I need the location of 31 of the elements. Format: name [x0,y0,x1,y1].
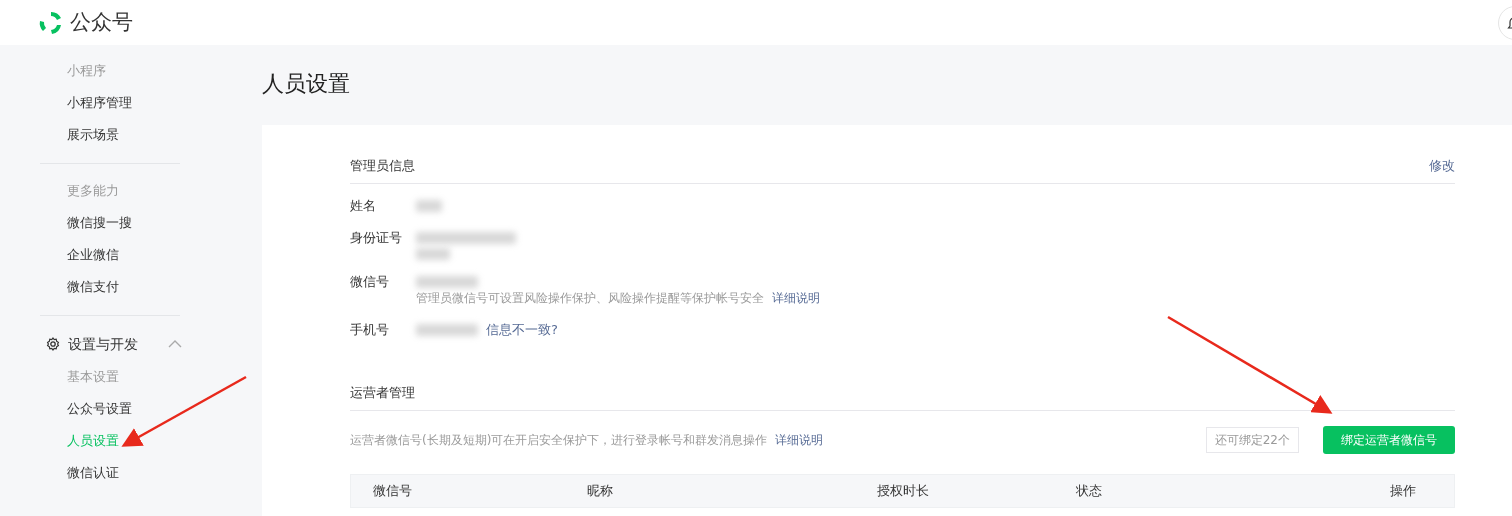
sidebar-item[interactable]: 微信搜一搜 [40,207,180,239]
logo-text: 公众号 [70,8,133,36]
sidebar-item[interactable]: 企业微信 [40,239,180,271]
sidebar-category[interactable]: 设置与开发 [40,327,182,361]
field-label: 微信号 [350,273,390,291]
description-text: 运营者微信号(长期及短期)可在开启安全保护下，进行登录帐号和群发消息操作 [350,433,768,448]
section-title: 运营者管理 [350,384,415,402]
details-link[interactable]: 详细说明 [772,288,820,308]
edit-link[interactable]: 修改 [1429,155,1455,177]
info-link[interactable]: 信息不一致? [486,320,558,340]
group-heading: 更多能力 [66,182,120,200]
field-label: 身份证号 [350,229,403,247]
column-header: 状态 [1076,482,1103,501]
details-link[interactable]: 详细说明 [775,433,824,448]
quota-label: 还可绑定22个 [1205,427,1299,453]
field-label: 手机号 [350,321,390,339]
column-header: 操作 [1390,482,1417,501]
group-heading: 小程序 [66,62,107,80]
section-title: 管理员信息 [350,157,415,175]
page-title: 人员设置 [262,70,351,98]
sidebar-item[interactable]: 微信认证 [40,457,180,489]
sidebar-item[interactable]: 公众号设置 [40,393,180,425]
hint-text: 管理员微信号可设置风险操作保护、风险操作提醒等保护帐号安全 [416,290,764,307]
sidebar-item[interactable]: 小程序管理 [40,87,180,119]
sidebar-item[interactable]: 展示场景 [40,119,180,151]
column-header: 昵称 [587,482,614,501]
column-header: 微信号 [373,482,413,501]
sidebar-item[interactable]: 微信支付 [40,271,180,303]
column-header: 授权时长 [877,482,930,501]
group-heading: 基本设置 [66,368,120,386]
field-label: 姓名 [350,197,377,215]
